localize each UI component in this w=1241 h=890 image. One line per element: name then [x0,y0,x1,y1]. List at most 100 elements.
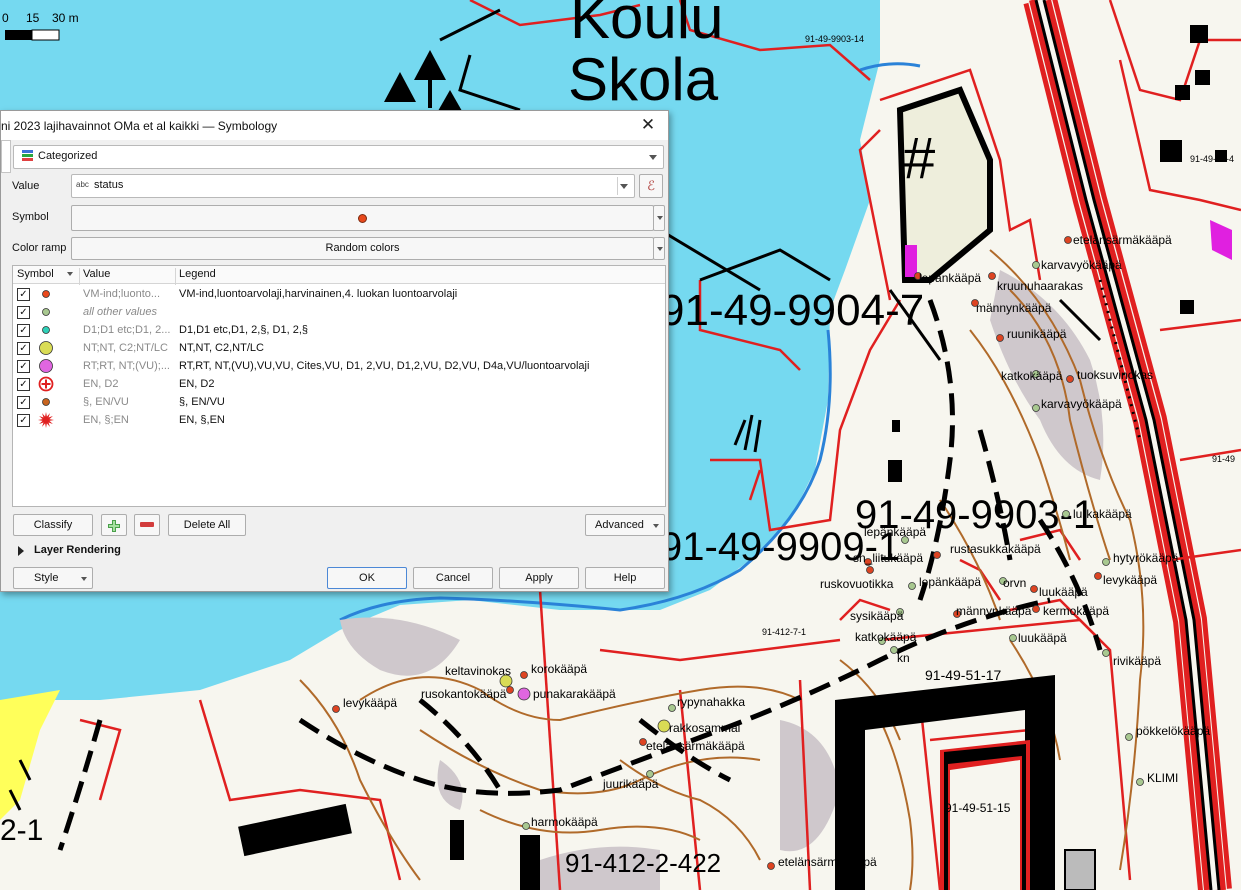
table-row[interactable]: ✓ RT;RT, NT;(VU);... RT,RT, NT,(VU),VU,VU,… [13,357,665,375]
row-checkbox[interactable]: ✓ [17,306,30,319]
category-value[interactable]: EN, D2 [83,378,175,390]
category-symbol-icon[interactable] [35,304,57,320]
symbol-button[interactable] [71,205,654,231]
observation-marker-icon[interactable] [1062,510,1070,518]
category-value[interactable]: VM-ind;luonto... [83,288,175,300]
observation-point[interactable]: karvavyökääpä [1032,397,1123,412]
observation-marker-icon[interactable] [866,566,874,574]
column-header-symbol[interactable]: Symbol [17,268,54,280]
row-checkbox[interactable]: ✓ [17,342,30,355]
observation-point[interactable]: etelänsärmäkääpä [639,738,746,754]
observation-marker-icon[interactable] [517,687,531,701]
style-button[interactable]: Style [13,567,93,589]
row-checkbox[interactable]: ✓ [17,414,30,427]
category-symbol-icon[interactable] [35,340,57,356]
category-legend[interactable]: VM-ind,luontoarvolaji,harvinainen,4. luo… [179,288,457,300]
observation-marker-icon[interactable] [506,686,514,694]
observation-point[interactable]: luukääpä [1030,585,1089,599]
advanced-button[interactable]: Advanced [585,514,665,536]
observation-marker-icon[interactable] [1102,558,1110,566]
color-ramp-menu-button[interactable] [653,237,665,260]
category-value[interactable]: D1;D1 etc;D1, 2... [83,324,175,336]
category-symbol-icon[interactable] [35,358,57,374]
close-icon[interactable]: ✕ [637,114,659,136]
observation-point[interactable]: sysikääpä [850,608,904,624]
observation-marker-icon[interactable] [1032,605,1040,613]
help-button[interactable]: Help [585,567,665,589]
remove-category-button[interactable] [134,514,160,536]
observation-point[interactable]: männynkääpä [953,604,1032,618]
observation-point[interactable]: levykääpä [1094,572,1158,588]
table-row[interactable]: ✓ all other values [13,303,665,321]
observation-point[interactable]: rusokantokääpä [421,686,514,702]
observation-marker-icon[interactable] [1136,778,1144,786]
observation-marker-icon[interactable] [1064,236,1072,244]
observation-marker-icon[interactable] [996,334,1004,342]
observation-marker-icon[interactable] [908,582,916,590]
observation-point[interactable]: etelänsärmäkääpä [767,855,878,870]
table-row[interactable]: ✓ NT;NT, C2;NT/LC NT,NT, C2,NT/LC [13,339,665,357]
category-value[interactable]: EN, §;EN [83,414,175,426]
expression-button[interactable]: ℰ [639,174,663,198]
observation-marker-icon[interactable] [520,671,528,679]
observation-marker-icon[interactable] [332,705,340,713]
observation-point[interactable]: harmokääpä [522,815,599,830]
observation-marker-icon[interactable] [1032,261,1040,269]
row-checkbox[interactable]: ✓ [17,324,30,337]
observation-marker-icon[interactable] [1009,634,1017,642]
categories-table[interactable]: Symbol Value Legend ✓ VM-ind;luonto... VM-… [12,265,666,507]
observation-marker-icon[interactable] [1094,572,1102,580]
category-legend[interactable]: RT,RT, NT,(VU),VU,VU, Cites,VU, D1, 2,VU… [179,360,589,372]
observation-point[interactable]: hytyrökääpä [1102,551,1179,566]
category-symbol-icon[interactable] [35,394,57,410]
ok-button[interactable]: OK [327,567,407,589]
color-ramp-button[interactable]: Random colors [71,237,654,260]
observation-point[interactable]: etelänsärmäkääpä [1064,233,1173,247]
delete-all-button[interactable]: Delete All [168,514,246,536]
category-value[interactable]: RT;RT, NT;(VU);... [83,360,175,372]
row-checkbox[interactable]: ✓ [17,396,30,409]
category-legend[interactable]: §, EN/VU [179,396,225,408]
row-checkbox[interactable]: ✓ [17,288,30,301]
observation-point[interactable]: karvavyökääpä [1032,258,1123,272]
category-legend[interactable]: D1,D1 etc,D1, 2,§, D1, 2,§ [179,324,308,336]
column-header-value[interactable]: Value [83,268,110,280]
dialog-titlebar[interactable]: ni 2023 lajihavainnot OMa et al kaikki —… [1,111,668,140]
observation-point[interactable]: ruunikääpä [996,327,1067,342]
observation-marker-icon[interactable] [1032,404,1040,412]
observation-point[interactable]: katkokääpä [855,630,917,645]
renderer-combo[interactable]: Categorized [13,145,664,169]
observation-point[interactable]: männynkääpä [971,299,1052,316]
category-legend[interactable]: EN, §,EN [179,414,225,426]
observation-marker-icon[interactable] [1030,585,1038,593]
column-header-legend[interactable]: Legend [179,268,216,280]
observation-marker-icon[interactable] [988,272,996,280]
classify-button[interactable]: Classify [13,514,93,536]
table-row[interactable]: ✓ EN, §;EN EN, §,EN [13,411,665,429]
category-symbol-icon[interactable] [35,412,57,428]
observation-point[interactable]: luukääpä [1009,631,1068,645]
row-checkbox[interactable]: ✓ [17,378,30,391]
symbology-dialog[interactable]: ni 2023 lajihavainnot OMa et al kaikki —… [0,110,669,592]
observation-marker-icon[interactable] [767,862,775,870]
apply-button[interactable]: Apply [499,567,579,589]
layer-rendering-toggle[interactable]: Layer Rendering [15,543,215,559]
observation-marker-icon[interactable] [668,704,676,712]
observation-marker-icon[interactable] [1125,733,1133,741]
observation-marker-icon[interactable] [1066,375,1074,383]
row-checkbox[interactable]: ✓ [17,360,30,373]
add-category-button[interactable] [101,514,127,536]
observation-point[interactable]: orvn [999,576,1027,590]
table-row[interactable]: ✓ D1;D1 etc;D1, 2... D1,D1 etc,D1, 2,§, D1… [13,321,665,339]
category-value[interactable]: all other values [83,306,175,318]
observation-point[interactable]: punakarakääpä [517,687,616,701]
table-row[interactable]: ✓ EN, D2 EN, D2 [13,375,665,393]
table-row[interactable]: ✓ §, EN/VU §, EN/VU [13,393,665,411]
observation-point[interactable]: rakkosammal [657,719,740,735]
symbol-menu-button[interactable] [653,205,665,231]
observation-marker-icon[interactable] [933,551,941,559]
observation-point[interactable]: kermokääpä [1032,604,1110,618]
cancel-button[interactable]: Cancel [413,567,493,589]
category-symbol-icon[interactable] [35,286,57,302]
observation-point[interactable]: tuoksuvinokas [1066,368,1154,383]
